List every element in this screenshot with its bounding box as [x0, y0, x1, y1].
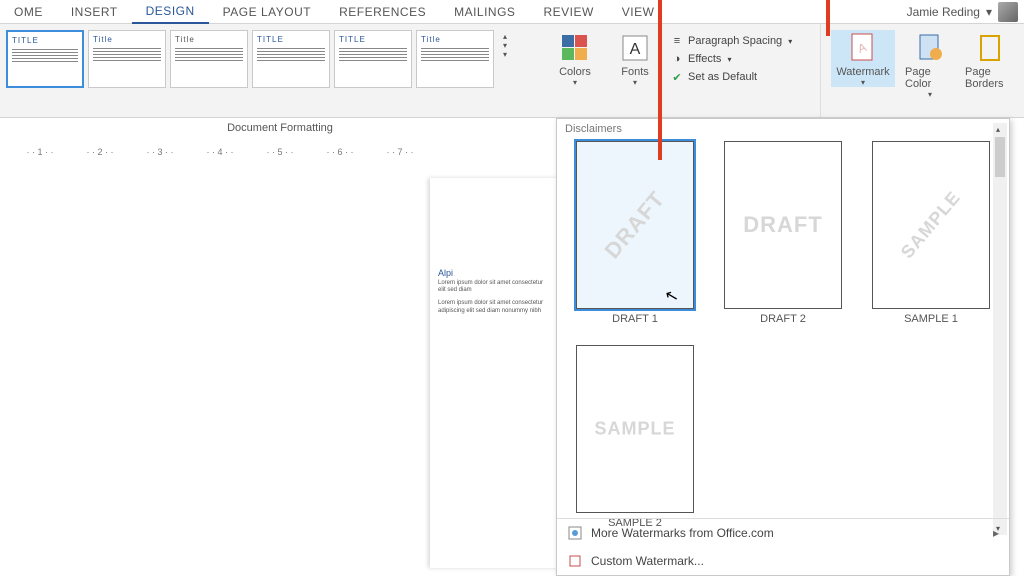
theme-style-4[interactable]: TITLE: [252, 30, 330, 88]
colors-icon: [561, 34, 589, 62]
tab-references[interactable]: REFERENCES: [325, 1, 440, 23]
watermark-section-heading: Disclaimers: [557, 119, 1009, 139]
page-borders-button[interactable]: Page Borders: [965, 30, 1015, 90]
effects-button[interactable]: ◑ Effects ▾: [670, 52, 810, 66]
avatar: [998, 2, 1018, 22]
office-icon: [567, 525, 583, 541]
gallery-down-icon[interactable]: ▾: [503, 41, 507, 50]
page-color-button[interactable]: Page Color ▾: [905, 30, 955, 99]
colors-button[interactable]: Colors ▾: [550, 30, 600, 87]
effects-icon: ◑: [670, 52, 684, 66]
tab-page-layout[interactable]: PAGE LAYOUT: [209, 1, 325, 23]
fonts-icon: A: [621, 34, 649, 62]
chevron-down-icon: ▾: [633, 78, 637, 87]
watermark-button[interactable]: A Watermark ▾: [831, 30, 895, 87]
page-body-1: Lorem ipsum dolor sit amet consectetur e…: [438, 280, 552, 294]
formatting-options: ≡ Paragraph Spacing ▾ ◑ Effects ▾ ✔ Set …: [670, 30, 810, 84]
scrollbar-thumb[interactable]: [995, 137, 1005, 177]
document-formatting-gallery[interactable]: TITLE Title Title TITLE TITLE Title ▴ ▾ …: [0, 24, 540, 117]
watermark-item-draft-2[interactable]: DRAFT DRAFT 2: [719, 141, 847, 325]
cursor-icon: ↖: [663, 285, 681, 308]
theme-style-6[interactable]: Title: [416, 30, 494, 88]
watermark-thumb: SAMPLE: [576, 345, 694, 513]
theme-style-1[interactable]: TITLE: [6, 30, 84, 88]
tab-home[interactable]: OME: [0, 1, 57, 23]
custom-watermark-icon: [567, 553, 583, 569]
horizontal-ruler[interactable]: · · 1 · · · · 2 · · · · 3 · · · · 4 · · …: [10, 144, 440, 160]
user-name: Jamie Reding: [907, 5, 980, 19]
chevron-down-icon: ▾: [928, 90, 932, 99]
watermark-thumb: DRAFT: [724, 141, 842, 309]
gallery-scroll[interactable]: ▴ ▾ ▾: [498, 30, 512, 61]
scroll-up-icon[interactable]: ▴: [996, 125, 1000, 134]
ribbon-tabs: OME INSERT DESIGN PAGE LAYOUT REFERENCES…: [0, 0, 1024, 24]
custom-watermark-button[interactable]: Custom Watermark...: [557, 547, 1009, 575]
page-heading: Alpi: [438, 268, 552, 278]
tab-design[interactable]: DESIGN: [132, 0, 209, 24]
watermark-label: DRAFT 2: [719, 313, 847, 325]
watermark-gallery-panel: Disclaimers DRAFT ↖ DRAFT 1 DRAFT DRAFT …: [556, 118, 1010, 576]
watermark-scrollbar[interactable]: ▴ ▾: [993, 123, 1007, 535]
watermark-thumb: SAMPLE: [872, 141, 990, 309]
gallery-caption: Document Formatting: [0, 122, 560, 134]
chevron-down-icon: ▾: [573, 78, 577, 87]
page-body-2: Lorem ipsum dolor sit amet consectetur a…: [438, 300, 552, 314]
watermark-label: DRAFT 1: [571, 313, 699, 325]
more-watermarks-button[interactable]: More Watermarks from Office.com ▸: [557, 519, 1009, 547]
document-page[interactable]: Alpi Lorem ipsum dolor sit amet consecte…: [430, 178, 560, 568]
watermark-item-sample-2[interactable]: SAMPLE SAMPLE 2: [571, 345, 699, 529]
chevron-down-icon: ▾: [788, 37, 792, 46]
checkmark-icon: ✔: [670, 70, 684, 84]
chevron-right-icon: ▸: [993, 526, 999, 540]
formatting-group: Colors ▾ A Fonts ▾ ≡ Paragraph Spacing ▾…: [540, 24, 820, 117]
fonts-button[interactable]: A Fonts ▾: [610, 30, 660, 87]
page-borders-icon: [976, 34, 1004, 62]
theme-style-2[interactable]: Title: [88, 30, 166, 88]
set-default-button[interactable]: ✔ Set as Default: [670, 70, 810, 84]
watermark-grid: DRAFT ↖ DRAFT 1 DRAFT DRAFT 2 SAMPLE SAM…: [557, 139, 1009, 531]
paragraph-spacing-button[interactable]: ≡ Paragraph Spacing ▾: [670, 34, 810, 48]
watermark-label: SAMPLE 1: [867, 313, 995, 325]
page-background-group: A Watermark ▾ Page Color ▾ Page Borders: [820, 24, 1024, 117]
tab-review[interactable]: REVIEW: [529, 1, 607, 23]
theme-style-5[interactable]: TITLE: [334, 30, 412, 88]
chevron-down-icon: ▾: [727, 55, 731, 64]
watermark-footer: More Watermarks from Office.com ▸ Custom…: [557, 518, 1009, 575]
chevron-down-icon: ▾: [861, 78, 865, 87]
gallery-more-icon[interactable]: ▾: [503, 50, 507, 59]
paragraph-spacing-icon: ≡: [670, 34, 684, 48]
gallery-up-icon[interactable]: ▴: [503, 32, 507, 41]
ribbon: TITLE Title Title TITLE TITLE Title ▴ ▾ …: [0, 24, 1024, 118]
watermark-icon: A: [849, 34, 877, 62]
watermark-item-sample-1[interactable]: SAMPLE SAMPLE 1: [867, 141, 995, 325]
document-area: Document Formatting · · 1 · · · · 2 · · …: [0, 118, 1024, 576]
watermark-thumb: DRAFT ↖: [576, 141, 694, 309]
tab-insert[interactable]: INSERT: [57, 1, 132, 23]
user-dropdown-icon: ▾: [986, 5, 992, 19]
annotation-line-2: [826, 0, 830, 36]
theme-style-3[interactable]: Title: [170, 30, 248, 88]
user-area[interactable]: Jamie Reding ▾: [907, 2, 1024, 22]
tab-mailings[interactable]: MAILINGS: [440, 1, 529, 23]
page-color-icon: [916, 34, 944, 62]
svg-text:A: A: [630, 41, 641, 58]
annotation-line-1: [658, 0, 662, 160]
watermark-item-draft-1[interactable]: DRAFT ↖ DRAFT 1: [571, 141, 699, 325]
